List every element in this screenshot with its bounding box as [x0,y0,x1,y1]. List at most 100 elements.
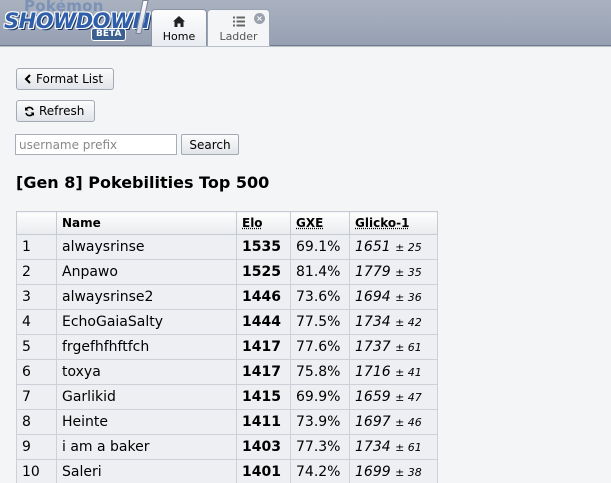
header-name: Name [57,212,237,235]
glicko-cell: 1699 ± 38 [350,460,438,483]
rank-cell: 1 [17,235,57,260]
elo-cell: 1403 [237,435,291,460]
top-header: Pokémon SHOWDOWN BETA Home Ladder × [0,0,611,46]
chevron-left-icon [24,74,32,84]
glicko-deviation: ± 41 [395,366,422,379]
header-rank [17,212,57,235]
glicko-value: 1699 [355,464,391,480]
logo-beta-badge: BETA [91,28,126,41]
elo-cell: 1446 [237,285,291,310]
player-name-cell[interactable]: toxya [57,360,237,385]
username-search-input[interactable] [15,134,177,155]
glicko-cell: 1734 ± 42 [350,310,438,335]
table-header-row: Name Elo GXE Glicko-1 [17,212,438,235]
player-name-cell[interactable]: Saleri [57,460,237,483]
header-gxe-label: GXE [296,216,323,230]
search-button[interactable]: Search [181,134,239,155]
ladder-panel: Format List Refresh Search [Gen 8] Pokeb… [0,46,611,483]
rank-cell: 10 [17,460,57,483]
glicko-cell: 1651 ± 25 [350,235,438,260]
elo-cell: 1401 [237,460,291,483]
elo-cell: 1415 [237,385,291,410]
glicko-deviation: ± 36 [395,291,422,304]
player-name-cell[interactable]: Garlikid [57,385,237,410]
rank-cell: 7 [17,385,57,410]
rank-cell: 2 [17,260,57,285]
elo-cell: 1411 [237,410,291,435]
player-name-cell[interactable]: Anpawo [57,260,237,285]
table-row[interactable]: 8 Heinte 1411 73.9% 1697 ± 46 [17,410,438,435]
gxe-cell: 73.9% [291,410,350,435]
elo-cell: 1444 [237,310,291,335]
glicko-deviation: ± 61 [395,441,422,454]
glicko-value: 1659 [355,389,391,405]
header-glicko[interactable]: Glicko-1 [350,212,438,235]
glicko-value: 1779 [355,264,391,280]
rank-cell: 3 [17,285,57,310]
glicko-value: 1734 [355,314,391,330]
rank-cell: 6 [17,360,57,385]
player-name-cell[interactable]: i am a baker [57,435,237,460]
table-row[interactable]: 1 alwaysrinse 1535 69.1% 1651 ± 25 [17,235,438,260]
elo-cell: 1417 [237,335,291,360]
header-gxe[interactable]: GXE [291,212,350,235]
gxe-cell: 75.8% [291,360,350,385]
header-elo[interactable]: Elo [237,212,291,235]
gxe-cell: 77.6% [291,335,350,360]
gxe-cell: 73.6% [291,285,350,310]
tab-home-label: Home [152,30,206,43]
rank-cell: 8 [17,410,57,435]
table-row[interactable]: 10 Saleri 1401 74.2% 1699 ± 38 [17,460,438,483]
glicko-cell: 1734 ± 61 [350,435,438,460]
gxe-cell: 69.1% [291,235,350,260]
gxe-cell: 77.5% [291,310,350,335]
glicko-cell: 1697 ± 46 [350,410,438,435]
glicko-value: 1716 [355,364,391,380]
glicko-cell: 1779 ± 35 [350,260,438,285]
rank-cell: 9 [17,435,57,460]
glicko-deviation: ± 46 [395,416,422,429]
glicko-cell: 1716 ± 41 [350,360,438,385]
glicko-deviation: ± 61 [395,341,422,354]
glicko-deviation: ± 35 [395,266,422,279]
gxe-cell: 74.2% [291,460,350,483]
glicko-value: 1734 [355,439,391,455]
player-name-cell[interactable]: alwaysrinse2 [57,285,237,310]
logo-showdown-text: SHOWDOWN [4,9,150,33]
page-title: [Gen 8] Pokebilities Top 500 [16,173,269,192]
table-row[interactable]: 4 EchoGaiaSalty 1444 77.5% 1734 ± 42 [17,310,438,335]
rank-cell: 4 [17,310,57,335]
list-icon [232,15,246,28]
rank-cell: 5 [17,335,57,360]
close-icon[interactable]: × [254,13,265,24]
format-list-button[interactable]: Format List [16,68,114,90]
tab-ladder[interactable]: Ladder × [207,9,270,47]
elo-cell: 1525 [237,260,291,285]
refresh-label: Refresh [39,104,84,118]
ladder-rows: 1 alwaysrinse 1535 69.1% 1651 ± 25 2 Anpawo 152… [17,235,438,483]
home-icon [172,15,186,28]
player-name-cell[interactable]: Heinte [57,410,237,435]
refresh-button[interactable]: Refresh [16,100,95,122]
showdown-logo[interactable]: Pokémon SHOWDOWN BETA [2,0,147,42]
glicko-value: 1694 [355,289,391,305]
glicko-value: 1697 [355,414,391,430]
player-name-cell[interactable]: EchoGaiaSalty [57,310,237,335]
elo-cell: 1535 [237,235,291,260]
gxe-cell: 69.9% [291,385,350,410]
header-elo-label: Elo [242,216,263,230]
header-glicko-label: Glicko-1 [355,216,409,230]
player-name-cell[interactable]: alwaysrinse [57,235,237,260]
table-row[interactable]: 2 Anpawo 1525 81.4% 1779 ± 35 [17,260,438,285]
glicko-deviation: ± 25 [395,241,422,254]
glicko-value: 1737 [355,339,391,355]
tab-home[interactable]: Home [151,9,207,46]
table-row[interactable]: 6 toxya 1417 75.8% 1716 ± 41 [17,360,438,385]
table-row[interactable]: 3 alwaysrinse2 1446 73.6% 1694 ± 36 [17,285,438,310]
glicko-cell: 1737 ± 61 [350,335,438,360]
player-name-cell[interactable]: frgefhfhftfch [57,335,237,360]
table-row[interactable]: 7 Garlikid 1415 69.9% 1659 ± 47 [17,385,438,410]
table-row[interactable]: 9i am a baker 1403 77.3% 1734 ± 61 [17,435,438,460]
elo-cell: 1417 [237,360,291,385]
table-row[interactable]: 5 frgefhfhftfch 1417 77.6% 1737 ± 61 [17,335,438,360]
